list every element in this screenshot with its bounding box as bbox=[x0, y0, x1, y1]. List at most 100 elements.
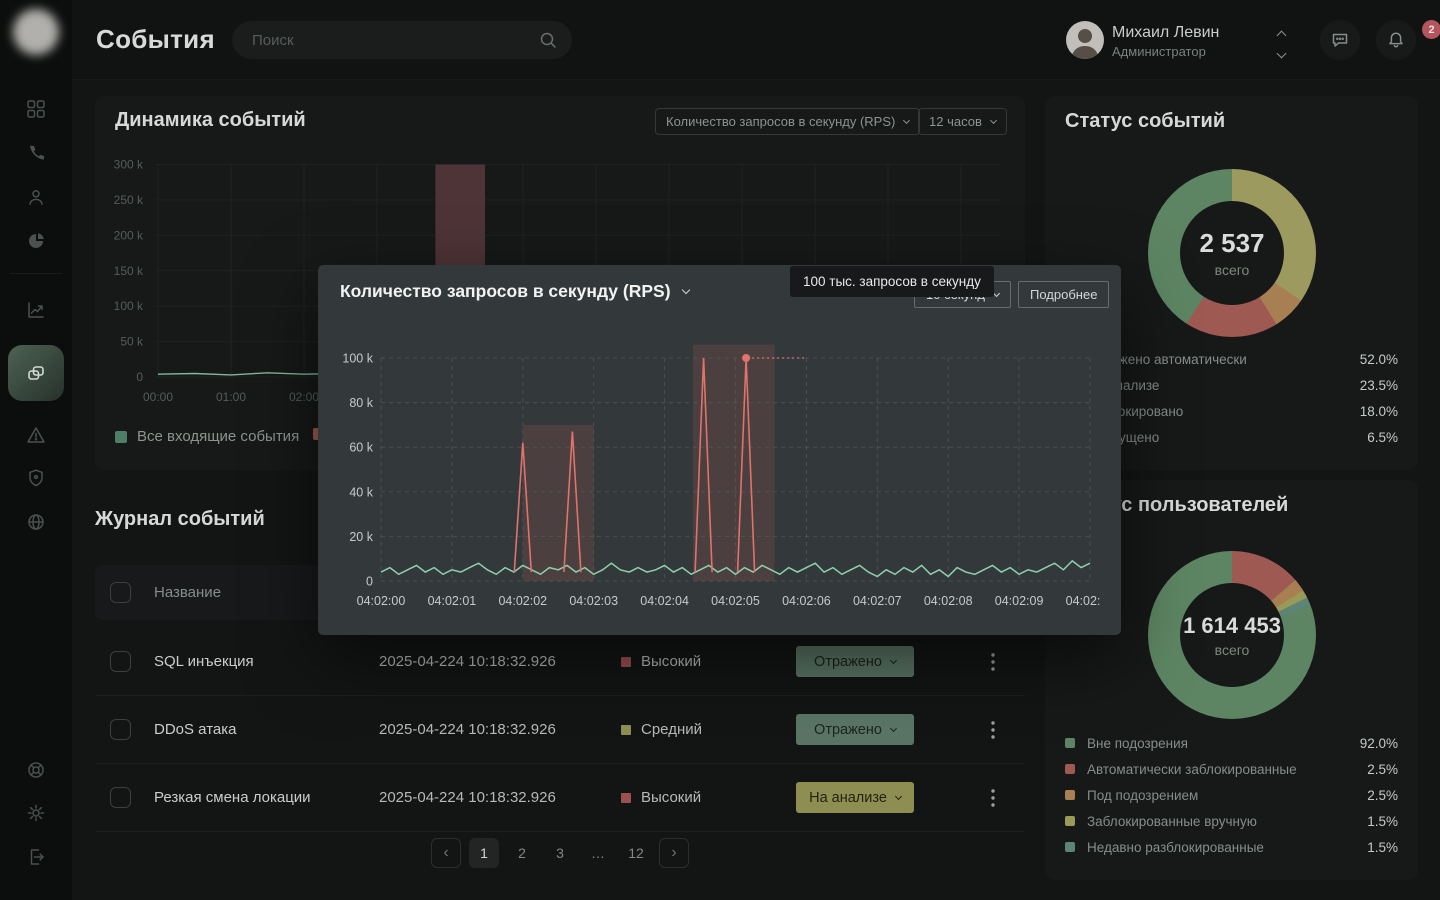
svg-text:100 k: 100 k bbox=[114, 299, 144, 313]
details-button[interactable]: Подробнее bbox=[1018, 281, 1109, 308]
page-title: События bbox=[96, 24, 215, 55]
notifications-button[interactable] bbox=[1376, 20, 1416, 60]
svg-text:200 k: 200 k bbox=[114, 228, 144, 242]
chevron-down-icon bbox=[1277, 49, 1287, 59]
app-root: События Михаил Левин Администратор 2 bbox=[0, 0, 1440, 900]
severity-swatch bbox=[621, 793, 631, 803]
event-date: 2025-04-224 10:18:32.926 bbox=[379, 789, 556, 806]
legend-label: Заблокированные вручную bbox=[1087, 814, 1367, 829]
phone-icon[interactable] bbox=[16, 133, 56, 173]
chevron-down-icon bbox=[681, 285, 689, 293]
gear-icon[interactable] bbox=[16, 793, 56, 833]
legend-label: Под подозрением bbox=[1087, 788, 1367, 803]
user-icon[interactable] bbox=[16, 177, 56, 217]
pagination-page-12[interactable]: 12 bbox=[621, 838, 651, 868]
pagination-page-1[interactable]: 1 bbox=[469, 838, 499, 868]
chevron-down-icon bbox=[993, 289, 1000, 296]
notifications-badge: 2 bbox=[1422, 20, 1440, 39]
kebab-icon bbox=[983, 719, 1003, 741]
row-menu-button[interactable] bbox=[983, 787, 1003, 809]
lifebuoy-icon[interactable] bbox=[16, 750, 56, 790]
row-menu-button[interactable] bbox=[983, 651, 1003, 673]
pagination-next-button[interactable]: › bbox=[659, 838, 689, 868]
row-checkbox[interactable] bbox=[110, 719, 131, 740]
svg-text:20 k: 20 k bbox=[349, 530, 373, 544]
table-row[interactable]: SQL инъекция 2025-04-224 10:18:32.926 Вы… bbox=[95, 628, 1025, 696]
severity-badge: Высокий bbox=[621, 653, 701, 670]
search-input[interactable] bbox=[252, 32, 538, 49]
legend-swatch bbox=[115, 431, 127, 443]
svg-text:250 k: 250 k bbox=[114, 193, 144, 207]
row-checkbox[interactable] bbox=[110, 787, 131, 808]
legend-label: Вне подозрения bbox=[1087, 736, 1360, 751]
messages-button[interactable] bbox=[1320, 20, 1360, 60]
pie-icon[interactable] bbox=[16, 221, 56, 261]
search-box[interactable] bbox=[232, 21, 572, 59]
table-row[interactable]: Резкая смена локации 2025-04-224 10:18:3… bbox=[95, 764, 1025, 832]
svg-text:300 k: 300 k bbox=[114, 158, 144, 172]
svg-text:40 k: 40 k bbox=[349, 485, 373, 499]
svg-text:01:00: 01:00 bbox=[216, 390, 246, 404]
rps-modal: Количество запросов в секунду (RPS) 10 с… bbox=[318, 265, 1121, 635]
status-dropdown[interactable]: Отражено bbox=[796, 646, 914, 677]
svg-text:04:02:01: 04:02:01 bbox=[428, 594, 477, 608]
svg-text:100 k: 100 k bbox=[342, 352, 373, 366]
dynamics-legend-item-1: Все входящие события bbox=[115, 428, 299, 445]
avatar[interactable] bbox=[1066, 21, 1104, 59]
legend-row: Заблокированные вручную1.5% bbox=[1065, 808, 1398, 834]
legend-label: Отражено автоматически bbox=[1087, 352, 1360, 367]
svg-text:150 k: 150 k bbox=[114, 264, 144, 278]
table-row[interactable]: DDoS атака 2025-04-224 10:18:32.926 Сред… bbox=[95, 696, 1025, 764]
topbar: События Михаил Левин Администратор 2 bbox=[72, 0, 1440, 80]
sidebar-item-events-active[interactable] bbox=[8, 345, 64, 401]
severity-swatch bbox=[621, 657, 631, 667]
app-logo bbox=[13, 9, 59, 55]
svg-text:04:02:07: 04:02:07 bbox=[853, 594, 902, 608]
status-dropdown[interactable]: На анализе bbox=[796, 782, 914, 813]
shield-icon[interactable] bbox=[16, 458, 56, 498]
svg-text:04:02:09: 04:02:09 bbox=[995, 594, 1044, 608]
chat-icon bbox=[1330, 30, 1350, 50]
pagination-page-3[interactable]: 3 bbox=[545, 838, 575, 868]
legend-row: Вне подозрения92.0% bbox=[1065, 730, 1398, 756]
legend-label: Автоматически заблокированные bbox=[1087, 762, 1367, 777]
legend-percent: 18.0% bbox=[1360, 404, 1398, 419]
user-menu-chevrons[interactable] bbox=[1278, 26, 1300, 56]
legend-swatch bbox=[1065, 816, 1075, 826]
pagination-page-2[interactable]: 2 bbox=[507, 838, 537, 868]
row-checkbox[interactable] bbox=[110, 651, 131, 672]
sidebar bbox=[0, 0, 72, 900]
warning-icon[interactable] bbox=[16, 415, 56, 455]
legend-percent: 2.5% bbox=[1367, 788, 1398, 803]
kebab-icon bbox=[983, 787, 1003, 809]
users-total-label: всего bbox=[1215, 642, 1250, 658]
svg-text:50 k: 50 k bbox=[120, 335, 144, 349]
details-button-label: Подробнее bbox=[1030, 287, 1097, 302]
legend-swatch bbox=[1065, 738, 1075, 748]
svg-text:60 k: 60 k bbox=[349, 441, 373, 455]
legend-label: На анализе bbox=[1087, 378, 1360, 393]
pagination-ellipsis: … bbox=[583, 838, 613, 868]
legend-label: Все входящие события bbox=[137, 428, 299, 445]
trend-icon[interactable] bbox=[16, 290, 56, 330]
svg-text:00:00: 00:00 bbox=[143, 390, 173, 404]
globe-icon[interactable] bbox=[16, 502, 56, 542]
status-label: Отражено bbox=[814, 722, 882, 738]
legend-percent: 1.5% bbox=[1367, 814, 1398, 829]
event-date: 2025-04-224 10:18:32.926 bbox=[379, 653, 556, 670]
select-all-checkbox[interactable] bbox=[110, 582, 131, 603]
legend-label: Пропущено bbox=[1087, 430, 1367, 445]
logout-icon[interactable] bbox=[16, 837, 56, 877]
modal-title[interactable]: Количество запросов в секунду (RPS) bbox=[340, 281, 689, 302]
row-menu-button[interactable] bbox=[983, 719, 1003, 741]
pagination-prev-button[interactable]: ‹ bbox=[431, 838, 461, 868]
users-total: 1 614 453 bbox=[1183, 613, 1281, 639]
severity-badge: Высокий bbox=[621, 789, 701, 806]
svg-text:02:00: 02:00 bbox=[289, 390, 319, 404]
chevron-down-icon bbox=[895, 792, 902, 799]
status-dropdown[interactable]: Отражено bbox=[796, 714, 914, 745]
search-icon bbox=[538, 30, 558, 50]
chevron-down-icon bbox=[890, 656, 897, 663]
legend-swatch bbox=[1065, 764, 1075, 774]
grid-icon[interactable] bbox=[16, 89, 56, 129]
